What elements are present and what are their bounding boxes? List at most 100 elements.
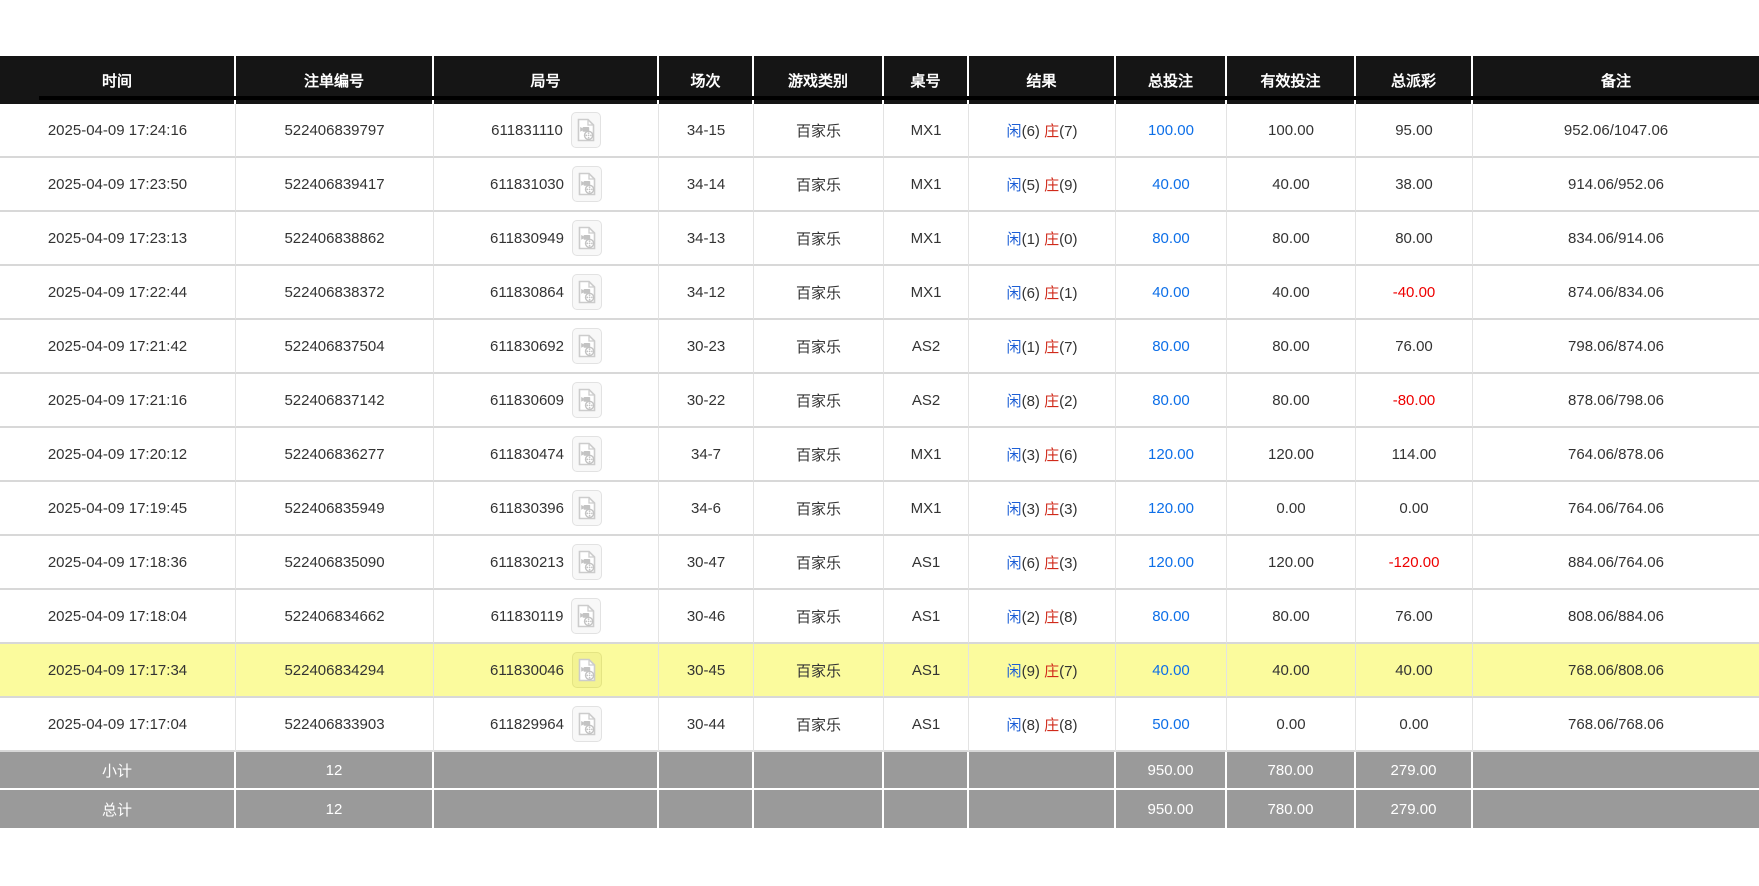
total-bet-amount[interactable]: 50.00 (1152, 716, 1190, 733)
cell-result: 闲(1) 庄(0) (969, 212, 1116, 266)
cell-result: 闲(6) 庄(1) (969, 266, 1116, 320)
empty-cell (659, 790, 754, 828)
cell-bet-id: 522406834662 (236, 590, 434, 644)
cell-total-bet: 120.00 (1116, 536, 1227, 590)
cell-time: 2025-04-09 17:18:04 (0, 590, 236, 644)
cell-time: 2025-04-09 17:22:44 (0, 266, 236, 320)
round-number: 611830213 (490, 554, 564, 571)
total-bet-amount[interactable]: 80.00 (1152, 230, 1190, 247)
cell-result: 闲(3) 庄(6) (969, 428, 1116, 482)
player-label: 闲 (1007, 123, 1022, 140)
round-number: 611830692 (490, 338, 564, 355)
video-replay-button[interactable] (572, 490, 602, 526)
cell-result: 闲(9) 庄(7) (969, 644, 1116, 698)
subtotal-row: 小计12950.00780.00279.00 (0, 752, 1759, 790)
cell-table-no: MX1 (884, 212, 969, 266)
cell-table-no: AS2 (884, 374, 969, 428)
cell-payout: 76.00 (1356, 320, 1473, 374)
banker-score: 3 (1064, 555, 1072, 572)
cell-result: 闲(5) 庄(9) (969, 158, 1116, 212)
player-score: 2 (1027, 609, 1035, 626)
cell-payout: 0.00 (1356, 698, 1473, 752)
cell-valid-bet: 120.00 (1227, 536, 1356, 590)
video-replay-button[interactable] (572, 706, 602, 742)
cell-game-type: 百家乐 (754, 482, 884, 536)
video-icon (577, 334, 597, 358)
total-bet-amount[interactable]: 80.00 (1152, 338, 1190, 355)
round-number: 611830949 (490, 230, 564, 247)
table-row: 2025-04-09 17:20:12522406836277611830474… (0, 428, 1759, 482)
banker-score: 8 (1064, 609, 1072, 626)
cell-round: 611830474 (434, 428, 659, 482)
round-group: 611831110 (491, 112, 601, 148)
total-bet-amount[interactable]: 80.00 (1152, 608, 1190, 625)
banker-score: 9 (1064, 177, 1072, 194)
player-label: 闲 (1007, 231, 1022, 248)
player-label: 闲 (1007, 609, 1022, 626)
player-score: 6 (1027, 123, 1035, 140)
empty-cell (884, 752, 969, 790)
cell-time: 2025-04-09 17:18:36 (0, 536, 236, 590)
cell-session: 34-12 (659, 266, 754, 320)
cell-remark: 808.06/884.06 (1473, 590, 1759, 644)
cell-game-type: 百家乐 (754, 428, 884, 482)
player-score: 1 (1027, 339, 1035, 356)
video-replay-button[interactable] (572, 436, 602, 472)
total-bet-amount[interactable]: 120.00 (1148, 446, 1194, 463)
total-bet-amount[interactable]: 120.00 (1148, 554, 1194, 571)
cell-valid-bet: 80.00 (1227, 590, 1356, 644)
cell-bet-id: 522406834294 (236, 644, 434, 698)
cell-remark: 764.06/764.06 (1473, 482, 1759, 536)
cell-valid-bet: 120.00 (1227, 428, 1356, 482)
video-replay-button[interactable] (571, 112, 601, 148)
cell-total-bet: 100.00 (1116, 104, 1227, 158)
video-icon (577, 550, 597, 574)
banker-score: 3 (1064, 501, 1072, 518)
table-row: 2025-04-09 17:21:16522406837142611830609… (0, 374, 1759, 428)
video-icon (577, 442, 597, 466)
cell-game-type: 百家乐 (754, 374, 884, 428)
cell-table-no: AS1 (884, 698, 969, 752)
video-replay-button[interactable] (571, 598, 601, 634)
cell-payout: -40.00 (1356, 266, 1473, 320)
empty-cell (754, 790, 884, 828)
round-number: 611830864 (490, 284, 564, 301)
total-bet-amount[interactable]: 120.00 (1148, 500, 1194, 517)
video-replay-button[interactable] (572, 382, 602, 418)
banker-score: 7 (1064, 339, 1072, 356)
table-row: 2025-04-09 17:17:04522406833903611829964… (0, 698, 1759, 752)
cell-round: 611830692 (434, 320, 659, 374)
video-replay-button[interactable] (572, 544, 602, 580)
banker-label: 庄 (1044, 231, 1059, 248)
cell-valid-bet: 80.00 (1227, 212, 1356, 266)
round-group: 611830396 (490, 490, 602, 526)
grand-total-row: 总计12950.00780.00279.00 (0, 790, 1759, 828)
cell-session: 30-47 (659, 536, 754, 590)
cell-result: 闲(8) 庄(2) (969, 374, 1116, 428)
cell-payout: 0.00 (1356, 482, 1473, 536)
cell-payout: 38.00 (1356, 158, 1473, 212)
video-replay-button[interactable] (572, 652, 602, 688)
cell-result: 闲(1) 庄(7) (969, 320, 1116, 374)
total-bet-amount[interactable]: 40.00 (1152, 662, 1190, 679)
empty-cell (969, 790, 1116, 828)
cell-time: 2025-04-09 17:23:50 (0, 158, 236, 212)
total-bet-amount[interactable]: 40.00 (1152, 284, 1190, 301)
total-bet-amount[interactable]: 80.00 (1152, 392, 1190, 409)
cell-total-bet: 120.00 (1116, 428, 1227, 482)
cell-total-bet: 120.00 (1116, 482, 1227, 536)
total-bet-amount[interactable]: 40.00 (1152, 176, 1190, 193)
empty-cell (1473, 752, 1759, 790)
total-bet-amount[interactable]: 100.00 (1148, 122, 1194, 139)
video-replay-button[interactable] (572, 166, 602, 202)
cell-total-bet: 40.00 (1116, 644, 1227, 698)
cell-time: 2025-04-09 17:21:16 (0, 374, 236, 428)
player-score: 9 (1027, 663, 1035, 680)
cell-bet-id: 522406838862 (236, 212, 434, 266)
banker-label: 庄 (1044, 393, 1059, 410)
video-replay-button[interactable] (572, 274, 602, 310)
video-replay-button[interactable] (572, 328, 602, 364)
video-replay-button[interactable] (572, 220, 602, 256)
player-score: 6 (1027, 555, 1035, 572)
cell-session: 30-23 (659, 320, 754, 374)
